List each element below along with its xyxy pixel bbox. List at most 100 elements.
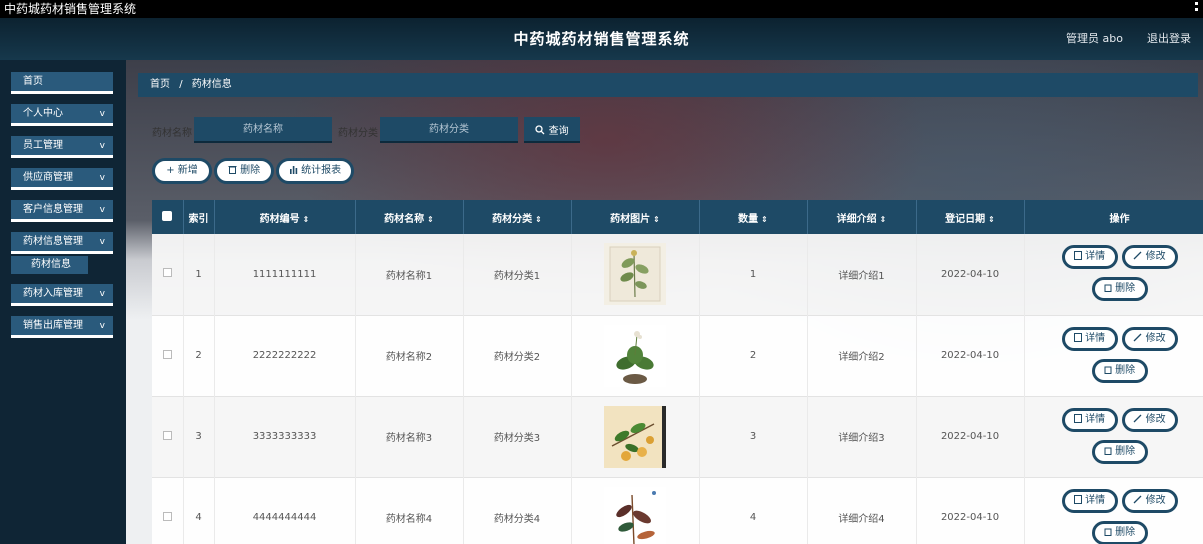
detail-label: 详情	[1085, 494, 1106, 506]
column-header-category[interactable]: 药材分类 ⇕	[463, 200, 572, 234]
logout-link[interactable]: 退出登录	[1147, 30, 1191, 46]
row-checkbox[interactable]	[162, 268, 172, 278]
cell-index: 1	[183, 234, 215, 315]
breadcrumb-home[interactable]: 首页	[150, 79, 170, 90]
cell-name: 药材名称3	[355, 396, 464, 477]
herb-table: 索引 药材编号 ⇕ 药材名称 ⇕ 药材分类 ⇕ 药材图片 ⇕ 数量 ⇕ 详细介绍 ⇕ 登记日…	[152, 200, 1203, 544]
chevron-down-icon: v	[99, 141, 105, 151]
detail-button[interactable]: 详情	[1061, 407, 1118, 432]
sidebar-item-employee[interactable]: 员工管理 v	[11, 136, 113, 158]
column-header-name[interactable]: 药材名称 ⇕	[355, 200, 464, 234]
sidebar-subitem-herb-info[interactable]: 药材信息	[11, 256, 88, 274]
pencil-icon	[1133, 333, 1142, 341]
table-header-row: 索引 药材编号 ⇕ 药材名称 ⇕ 药材分类 ⇕ 药材图片 ⇕ 数量 ⇕ 详细介绍 ⇕ 登记日…	[152, 200, 1203, 234]
cell-category: 药材分类2	[463, 315, 572, 396]
row-checkbox[interactable]	[162, 430, 172, 440]
cell-index: 2	[183, 315, 215, 396]
cell-detail: 详细介绍2	[807, 315, 917, 396]
cell-code: 1111111111	[214, 234, 356, 315]
sidebar-item-customer[interactable]: 客户信息管理 v	[11, 200, 113, 222]
sidebar: 首页 个人中心 v 员工管理 v 供应商管理 v 客户信息管理 v 药材信息管理…	[0, 60, 126, 544]
herb-name-input[interactable]	[194, 117, 332, 143]
cell-name: 药材名称4	[355, 477, 464, 544]
cell-actions: 详情 修改 删除	[1024, 234, 1203, 315]
row-checkbox[interactable]	[162, 349, 172, 359]
row-checkbox[interactable]	[162, 511, 172, 521]
sidebar-item-stock-in[interactable]: 药材入库管理 v	[11, 284, 113, 306]
edit-button[interactable]: 修改	[1121, 245, 1178, 269]
window-menu-icon[interactable]	[1195, 2, 1199, 14]
chevron-down-icon: v	[99, 237, 105, 247]
search-icon	[535, 124, 545, 134]
bar-chart-icon	[289, 166, 298, 174]
breadcrumb-current: 药材信息	[191, 79, 232, 90]
delete-label: 删除	[1115, 283, 1136, 294]
cell-detail: 详细介绍3	[807, 396, 917, 477]
sort-icon[interactable]: ⇕	[535, 215, 542, 224]
sidebar-item-herb-info-mgmt[interactable]: 药材信息管理 v	[11, 232, 113, 254]
chevron-down-icon: v	[99, 289, 105, 299]
cell-detail: 详细介绍1	[807, 234, 917, 315]
herb-image-3[interactable]	[604, 405, 666, 468]
detail-button[interactable]: 详情	[1061, 245, 1118, 269]
document-icon	[1073, 413, 1082, 423]
document-icon	[1073, 494, 1082, 504]
document-icon	[1073, 332, 1082, 342]
cell-index: 3	[183, 396, 215, 477]
column-header-code[interactable]: 药材编号 ⇕	[214, 200, 356, 234]
search-bar: 药材名称 药材分类 查询	[152, 117, 752, 143]
herb-category-input[interactable]	[380, 117, 518, 143]
delete-button[interactable]: 删除	[1091, 277, 1148, 301]
detail-button[interactable]: 详情	[1061, 326, 1118, 351]
column-header-image[interactable]: 药材图片 ⇕	[571, 200, 700, 234]
sidebar-item-supplier[interactable]: 供应商管理 v	[11, 168, 113, 190]
sort-icon[interactable]: ⇕	[303, 215, 310, 224]
sidebar-item-personal-center[interactable]: 个人中心 v	[11, 104, 113, 126]
sort-icon[interactable]: ⇕	[427, 215, 434, 224]
select-all-header	[152, 200, 184, 234]
column-header-quantity[interactable]: 数量 ⇕	[699, 200, 808, 234]
sidebar-item-sales-out[interactable]: 销售出库管理 v	[11, 316, 113, 338]
sort-icon[interactable]: ⇕	[761, 215, 768, 224]
herb-image-4[interactable]	[604, 486, 666, 544]
cell-date: 2022-04-10	[916, 477, 1025, 544]
main-content: 首页 / 药材信息 药材名称 药材分类 查询 + 新增 删除 统计报表	[126, 60, 1203, 544]
add-button[interactable]: + 新增	[152, 158, 212, 184]
sort-icon[interactable]: ⇕	[880, 215, 887, 224]
sort-icon[interactable]: ⇕	[653, 215, 660, 224]
delete-button[interactable]: 删除	[1091, 439, 1148, 464]
column-header-date[interactable]: 登记日期 ⇕	[916, 200, 1025, 234]
table-row: 1 1111111111 药材名称1 药材分类1 1 详细介绍1 2022-04…	[152, 234, 1203, 315]
edit-label: 修改	[1145, 332, 1166, 344]
delete-button[interactable]: 删除	[1091, 520, 1148, 544]
stats-report-button[interactable]: 统计报表	[276, 158, 354, 184]
detail-button[interactable]: 详情	[1061, 488, 1118, 513]
pencil-icon	[1133, 414, 1142, 422]
chevron-down-icon: v	[99, 205, 105, 215]
edit-label: 修改	[1145, 251, 1166, 262]
trash-icon	[1104, 366, 1112, 374]
cell-quantity: 1	[699, 234, 808, 315]
herb-category-label: 药材分类	[338, 128, 378, 139]
detail-label: 详情	[1085, 251, 1106, 262]
edit-button[interactable]: 修改	[1121, 488, 1178, 513]
herb-image-2[interactable]	[604, 324, 666, 387]
search-button[interactable]: 查询	[524, 117, 580, 143]
cell-actions: 详情 修改 删除	[1024, 396, 1203, 477]
edit-button[interactable]: 修改	[1121, 407, 1178, 432]
cell-category: 药材分类4	[463, 477, 572, 544]
column-header-detail[interactable]: 详细介绍 ⇕	[807, 200, 917, 234]
herb-image-1[interactable]	[604, 243, 666, 306]
sidebar-item-label: 客户信息管理	[23, 204, 83, 215]
sort-icon[interactable]: ⇕	[988, 215, 995, 224]
column-header-index: 索引	[183, 200, 215, 234]
chevron-down-icon: v	[99, 173, 105, 183]
batch-delete-button[interactable]: 删除	[214, 158, 274, 184]
delete-button[interactable]: 删除	[1091, 358, 1148, 383]
select-all-checkbox[interactable]	[162, 210, 173, 221]
sidebar-item-home[interactable]: 首页	[11, 72, 113, 94]
edit-button[interactable]: 修改	[1121, 326, 1178, 351]
detail-label: 详情	[1085, 332, 1106, 344]
cell-detail: 详细介绍4	[807, 477, 917, 544]
delete-label: 删除	[1115, 445, 1136, 457]
